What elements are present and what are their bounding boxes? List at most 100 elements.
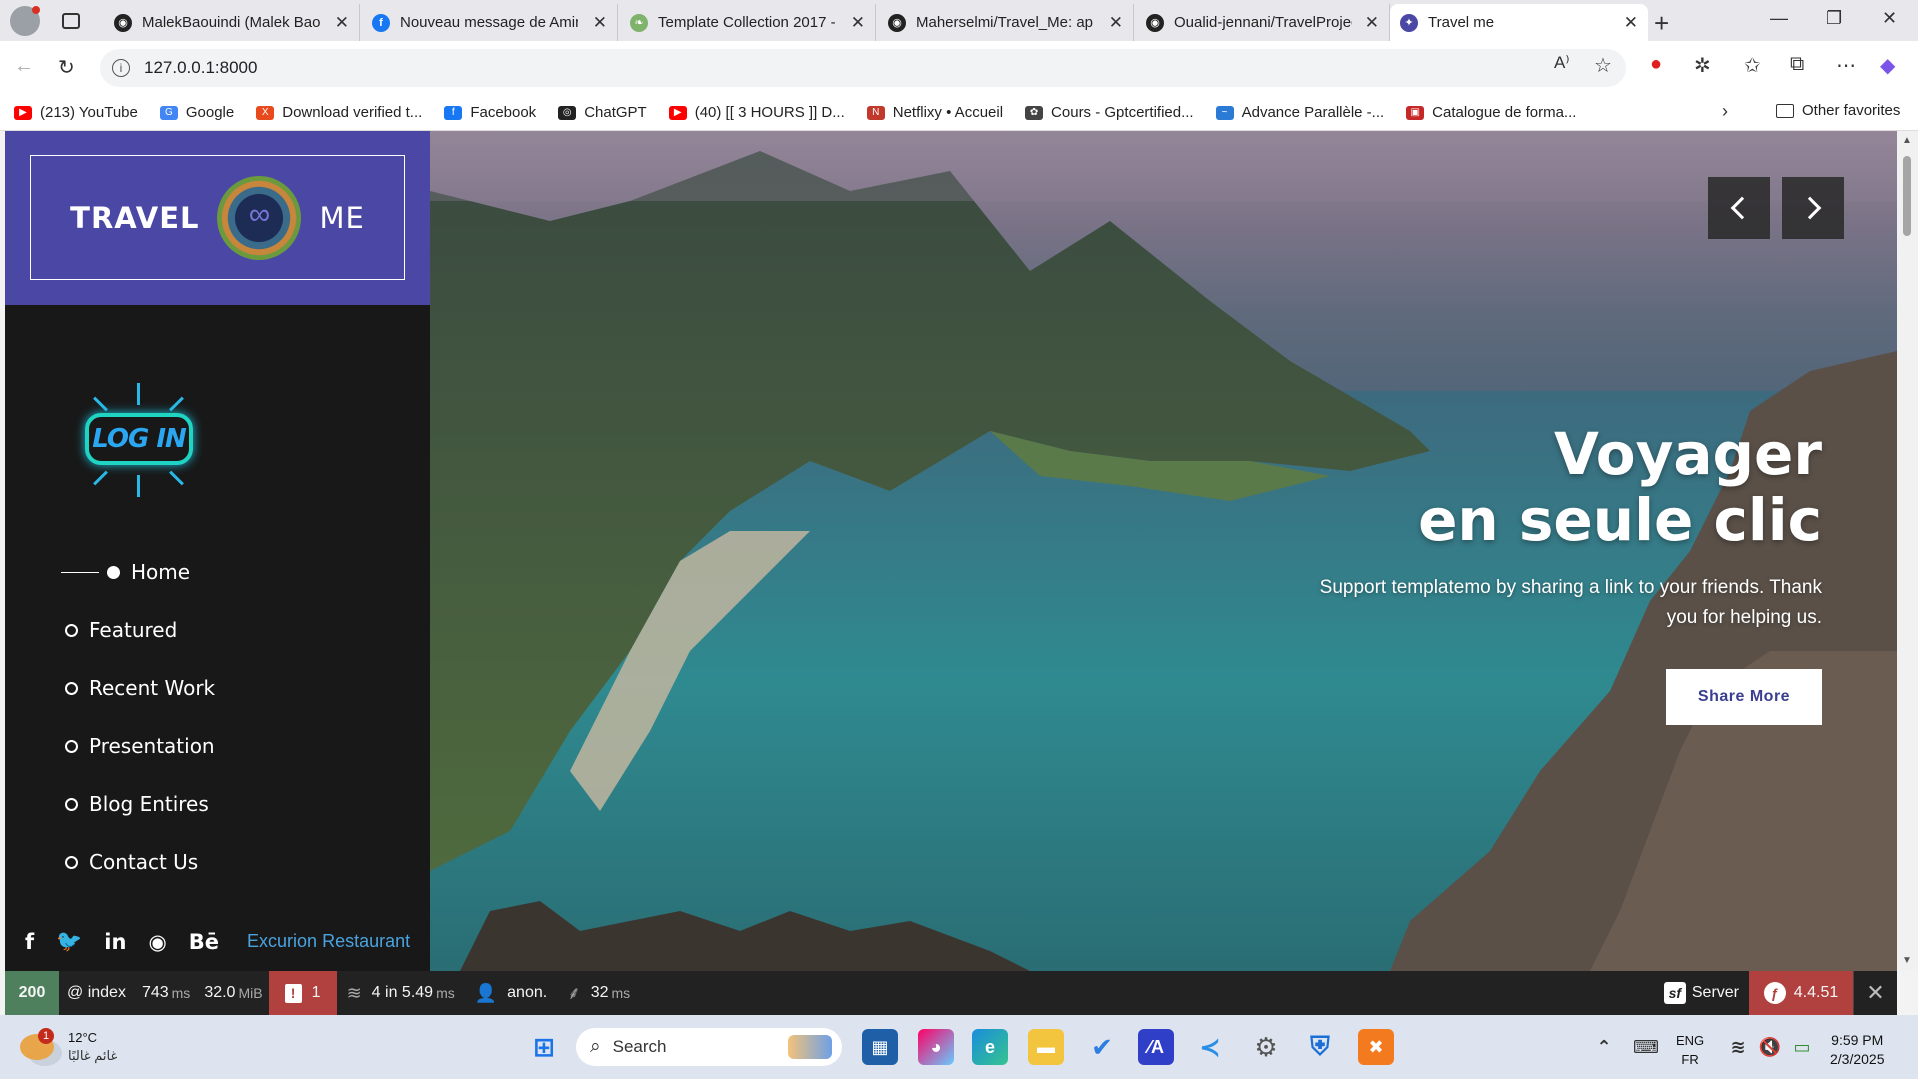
- favorite-star-icon[interactable]: ☆: [1594, 53, 1612, 78]
- scroll-up-icon[interactable]: ▲: [1902, 135, 1912, 146]
- close-tab-icon[interactable]: ✕: [587, 13, 607, 33]
- slider-prev-button[interactable]: [1708, 177, 1770, 239]
- menu-item-blog-entires[interactable]: Blog Entires: [65, 789, 209, 819]
- read-aloud-icon[interactable]: A⁾: [1554, 53, 1570, 73]
- bookmark-item[interactable]: ▣ Catalogue de forma...: [1406, 104, 1576, 121]
- errors-panel[interactable]: ! 1: [268, 971, 337, 1015]
- facebook-icon: f: [444, 105, 463, 120]
- weather-widget[interactable]: 1 12°C غائم غالبًا: [20, 1028, 117, 1065]
- menu-item-featured[interactable]: Featured: [65, 615, 177, 645]
- menu-item-presentation[interactable]: Presentation: [65, 731, 215, 761]
- symfony-version-panel[interactable]: ƒ 4.4.51: [1749, 971, 1853, 1015]
- profile-icon[interactable]: [10, 5, 40, 36]
- rss-icon[interactable]: ◉: [148, 930, 166, 954]
- url-text[interactable]: 127.0.0.1:8000: [144, 58, 257, 78]
- new-tab-button[interactable]: +: [1654, 8, 1669, 39]
- teams-icon[interactable]: ⁄A: [1138, 1029, 1174, 1065]
- browser-tab[interactable]: f Nouveau message de Amin ✕: [362, 4, 618, 41]
- settings-icon[interactable]: ⚙: [1248, 1029, 1284, 1065]
- behance-icon[interactable]: Bē: [189, 930, 219, 954]
- bookmark-item[interactable]: ✿ Cours - Gptcertified...: [1025, 104, 1194, 121]
- server-panel[interactable]: sf Server: [1654, 971, 1749, 1015]
- footer-link[interactable]: Excurion Restaurant: [247, 931, 410, 952]
- close-window-button[interactable]: ✕: [1882, 8, 1897, 29]
- browser-tab[interactable]: ◉ Maherselmi/Travel_Me: app ✕: [878, 4, 1134, 41]
- bookmark-item[interactable]: ▶ (213) YouTube: [14, 104, 138, 121]
- copilot-icon[interactable]: ◆: [1880, 53, 1895, 78]
- time-panel[interactable]: 743 ms: [134, 971, 198, 1015]
- memory-panel[interactable]: 32.0 MiB: [198, 971, 268, 1015]
- status-code[interactable]: 200: [5, 971, 59, 1015]
- edge-icon[interactable]: e: [972, 1029, 1008, 1065]
- reload-button[interactable]: ↻: [58, 55, 75, 80]
- bookmark-item[interactable]: X Download verified t...: [256, 104, 422, 121]
- tray-overflow-chevron-icon[interactable]: ⌃: [1586, 1029, 1622, 1065]
- slider-next-button[interactable]: [1782, 177, 1844, 239]
- browser-tab[interactable]: ❧ Template Collection 2017 - ✕: [620, 4, 876, 41]
- menu-item-contact-us[interactable]: Contact Us: [65, 847, 198, 877]
- twitter-icon[interactable]: 🐦: [56, 929, 82, 954]
- input-language[interactable]: ENG FR: [1676, 1031, 1704, 1069]
- back-button[interactable]: ←: [14, 55, 34, 78]
- favorites-icon[interactable]: ✩: [1744, 53, 1761, 78]
- bookmark-item[interactable]: f Facebook: [444, 104, 536, 121]
- linkedin-icon[interactable]: in: [104, 930, 126, 954]
- close-tab-icon[interactable]: ✕: [1359, 13, 1379, 33]
- battery-icon[interactable]: ▭: [1784, 1029, 1820, 1065]
- tab-title: Travel me: [1428, 14, 1495, 31]
- close-tab-icon[interactable]: ✕: [329, 13, 349, 33]
- omnibox[interactable]: i 127.0.0.1:8000: [100, 49, 1626, 87]
- site-logo[interactable]: TRAVEL ME: [30, 155, 405, 280]
- wifi-icon[interactable]: ≋: [1720, 1029, 1756, 1065]
- close-tab-icon[interactable]: ✕: [845, 13, 865, 33]
- site-info-icon[interactable]: i: [112, 59, 130, 77]
- windows-start-icon[interactable]: ⊞: [526, 1029, 562, 1065]
- file-explorer-icon[interactable]: ▬: [1028, 1029, 1064, 1065]
- extensions-icon[interactable]: ✲: [1694, 53, 1711, 78]
- close-tab-icon[interactable]: ✕: [1103, 13, 1123, 33]
- bookmark-item[interactable]: ▶ (40) [[ 3 HOURS ]] D...: [668, 104, 845, 121]
- facebook-icon[interactable]: f: [25, 930, 34, 954]
- todo-icon[interactable]: ✔: [1084, 1029, 1120, 1065]
- menu-item-home[interactable]: Home: [61, 557, 190, 587]
- bookmark-item[interactable]: G Google: [159, 104, 234, 121]
- bookmarks-overflow-chevron-icon[interactable]: ›: [1722, 101, 1728, 122]
- xampp-icon[interactable]: ✖: [1358, 1029, 1394, 1065]
- login-badge: LOG IN: [85, 413, 193, 465]
- route-panel[interactable]: @ index: [59, 971, 134, 1015]
- close-toolbar-button[interactable]: ✕: [1853, 971, 1897, 1015]
- cache-panel[interactable]: ≋ 4 in 5.49 ms: [337, 971, 465, 1015]
- menu-item-recent-work[interactable]: Recent Work: [65, 673, 215, 703]
- browser-tab[interactable]: ✦ Travel me ✕: [1390, 4, 1648, 41]
- twig-panel[interactable]: ⸙ 32 ms: [557, 971, 640, 1015]
- user-panel[interactable]: 👤 anon.: [465, 971, 557, 1015]
- scroll-down-icon[interactable]: ▼: [1902, 955, 1912, 966]
- defender-icon[interactable]: ⛨: [1302, 1029, 1338, 1065]
- bookmark-item[interactable]: ~ Advance Parallèle -...: [1215, 104, 1384, 121]
- browser-tab[interactable]: ◉ Oualid-jennani/TravelProjec ✕: [1136, 4, 1390, 41]
- page-scrollbar[interactable]: ▲ ▼: [1897, 131, 1918, 971]
- more-menu-icon[interactable]: ⋯: [1836, 53, 1856, 78]
- taskbar-search[interactable]: ⌕ Search: [576, 1028, 842, 1066]
- menu-item-label: Featured: [89, 618, 178, 642]
- tab-title: Maherselmi/Travel_Me: app: [916, 14, 1094, 31]
- vscode-icon[interactable]: ≺: [1192, 1029, 1228, 1065]
- login-button[interactable]: LOG IN: [77, 383, 201, 497]
- share-more-button[interactable]: Share More: [1666, 669, 1822, 725]
- store-icon[interactable]: ▦: [862, 1029, 898, 1065]
- volume-muted-icon[interactable]: 🔇: [1752, 1029, 1788, 1065]
- collections-icon[interactable]: ⧉: [1790, 53, 1804, 76]
- bookmark-item[interactable]: ◎ ChatGPT: [558, 104, 647, 121]
- clock[interactable]: 9:59 PM 2/3/2025: [1830, 1031, 1885, 1069]
- bookmark-item[interactable]: N Netflixy • Accueil: [866, 104, 1003, 121]
- close-tab-icon[interactable]: ✕: [1618, 13, 1638, 33]
- tab-actions-icon[interactable]: [62, 12, 80, 29]
- keyboard-icon[interactable]: ⌨: [1628, 1029, 1664, 1065]
- scroll-thumb[interactable]: [1903, 156, 1911, 236]
- browser-tab[interactable]: ◉ MalekBaouindi (Malek Baou ✕: [104, 4, 360, 41]
- opera-icon[interactable]: ●: [1650, 53, 1662, 76]
- restore-button[interactable]: ❐: [1826, 8, 1842, 29]
- minimize-button[interactable]: —: [1770, 8, 1788, 29]
- copilot-app-icon[interactable]: ◕: [918, 1029, 954, 1065]
- other-favorites[interactable]: Other favorites: [1776, 102, 1900, 119]
